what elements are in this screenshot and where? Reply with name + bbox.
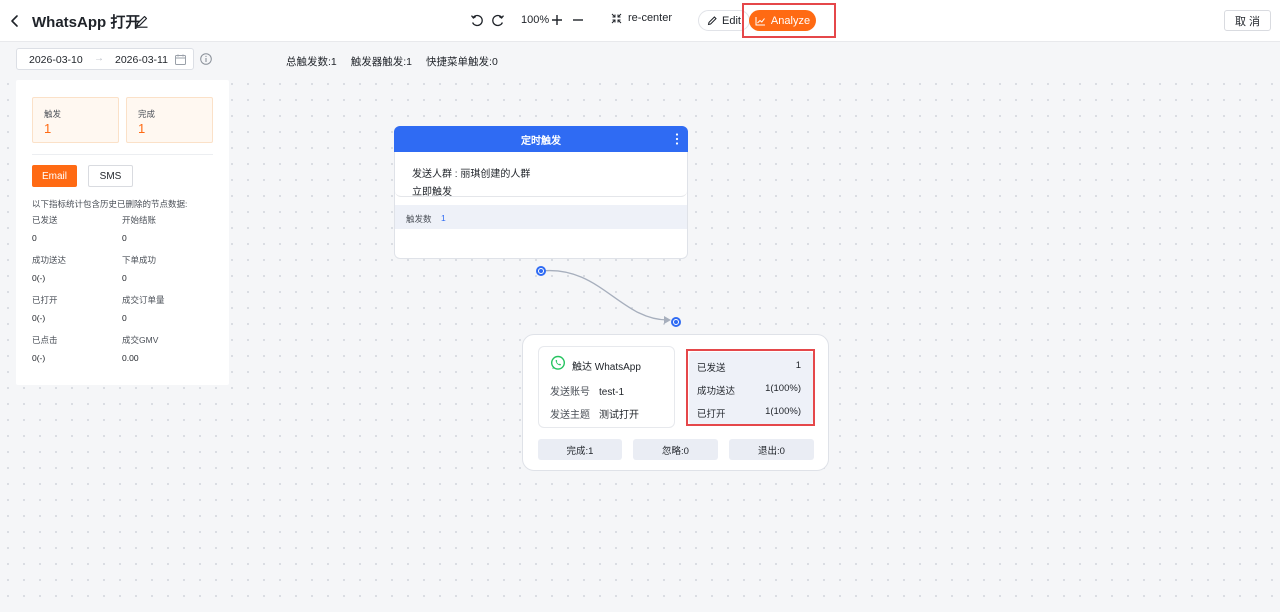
metric-label: 开始结账: [122, 215, 157, 225]
recenter-button[interactable]: re-center: [611, 12, 672, 24]
metric-label: 已发送: [32, 215, 58, 225]
edit-button[interactable]: Edit: [698, 10, 750, 31]
subject-label: 发送主题: [550, 410, 590, 421]
metric-sent: 已发送 0: [32, 214, 112, 243]
date-separator: →: [94, 53, 104, 64]
metric-label: 成交GMV: [122, 335, 159, 345]
ignore-count-pill[interactable]: 忽略:0: [633, 439, 718, 460]
trigger-node[interactable]: 定时触发 发送人群 : 丽琪创建的人群 立即触发 触发数 1: [394, 126, 688, 259]
trigger-output-port[interactable]: [536, 266, 546, 276]
metric-label: 下单成功: [122, 255, 157, 265]
action-stat-label: 已发送: [697, 363, 726, 374]
action-stat-row: 成功送达 1(100%): [697, 383, 801, 397]
divider: [32, 154, 213, 155]
stat-card-label: 触发: [44, 109, 62, 119]
exit-count-pill[interactable]: 退出:0: [729, 439, 814, 460]
zoom-out-icon[interactable]: [571, 13, 585, 27]
metric-checkout: 开始结账 0: [122, 214, 202, 243]
action-stat-row: 已发送 1: [697, 360, 801, 374]
metric-clicked: 已点击 0(-): [32, 334, 112, 363]
metric-value: 0: [122, 233, 127, 243]
trigger-stats-line: 总触发数:1 触发器触发:1 快捷菜单触发:0: [286, 54, 498, 69]
stat-card-value: 1: [44, 121, 52, 136]
metric-value: 0(-): [32, 313, 46, 323]
action-stat-value: 1(100%): [765, 406, 801, 417]
calendar-icon: [175, 54, 186, 65]
date-end: 2026-03-11: [115, 54, 168, 66]
metric-label: 已点击: [32, 335, 58, 345]
tab-sms[interactable]: SMS: [88, 165, 133, 187]
metric-order-count: 成交订单量 0: [122, 294, 202, 323]
date-range-picker[interactable]: 2026-03-10 → 2026-03-11: [16, 48, 194, 70]
whatsapp-icon: [550, 355, 566, 370]
more-vertical-icon[interactable]: [674, 132, 680, 146]
back-arrow-icon[interactable]: [8, 11, 22, 31]
action-stat-value: 1(100%): [765, 383, 801, 394]
trigger-count-row: 触发数 1: [395, 205, 687, 229]
zoom-level: 100%: [521, 14, 550, 26]
metric-gmv: 成交GMV 0.00: [122, 334, 202, 363]
action-stat-label: 已打开: [697, 409, 726, 420]
trigger-node-body: 发送人群 : 丽琪创建的人群 立即触发: [395, 152, 687, 198]
tab-email[interactable]: Email: [32, 165, 77, 187]
metric-value: 0: [122, 313, 127, 323]
metric-label: 成交订单量: [122, 295, 165, 305]
metric-delivered: 成功送达 0(-): [32, 254, 112, 283]
account-value: test-1: [599, 387, 625, 398]
action-info-card: 触达 WhatsApp 发送账号 test-1 发送主题 测试打开: [538, 346, 675, 428]
stat-card-trigger: 触发 1: [32, 97, 119, 143]
action-input-port[interactable]: [671, 317, 681, 327]
info-icon[interactable]: [200, 53, 212, 65]
metric-value: 0.00: [122, 353, 139, 363]
pencil-icon: [707, 16, 717, 26]
edit-label: Edit: [722, 14, 741, 27]
trigger-audience: 发送人群 : 丽琪创建的人群: [412, 169, 531, 180]
metric-value: 0(-): [32, 353, 46, 363]
metric-value: 0: [122, 273, 127, 283]
account-label: 发送账号: [550, 387, 590, 398]
whatsapp-action-node[interactable]: 触达 WhatsApp 发送账号 test-1 发送主题 测试打开 已发送 1 成功…: [522, 334, 829, 471]
action-node-name: 触达 WhatsApp: [572, 362, 641, 373]
redo-icon[interactable]: [491, 13, 505, 27]
metric-label: 成功送达: [32, 255, 67, 265]
subject-value: 测试打开: [599, 410, 639, 421]
trigger-count-label: 触发数: [406, 214, 432, 224]
metrics-panel: 触发 1 完成 1 Email SMS 以下指标统计包含历史已删除的节点数据: …: [16, 80, 229, 385]
metric-value: 0(-): [32, 273, 46, 283]
stat-card-complete: 完成 1: [126, 97, 213, 143]
action-account-row: 发送账号 test-1: [550, 383, 624, 398]
recenter-label: re-center: [628, 12, 673, 24]
metrics-note: 以下指标统计包含历史已删除的节点数据:: [32, 199, 188, 209]
trigger-source-stat: 触发器触发:1: [350, 56, 413, 68]
analyze-label: Analyze: [770, 14, 811, 27]
action-stat-row: 已打开 1(100%): [697, 406, 801, 420]
action-stats-box: 已发送 1 成功送达 1(100%) 已打开 1(100%): [689, 352, 813, 424]
complete-count-pill[interactable]: 完成:1: [538, 439, 622, 460]
metric-order-success: 下单成功 0: [122, 254, 202, 283]
recenter-icon: [611, 13, 622, 23]
stat-card-value: 1: [138, 121, 146, 136]
trigger-count-value: 1: [441, 213, 446, 223]
trigger-timing: 立即触发: [412, 187, 452, 198]
date-start: 2026-03-10: [29, 54, 83, 66]
metric-value: 0: [32, 233, 37, 243]
top-header: WhatsApp 打开 100% re-center Edit Analyze …: [0, 0, 1280, 42]
cancel-button[interactable]: 取 消: [1224, 10, 1271, 31]
page-title: WhatsApp 打开: [32, 14, 141, 31]
action-stat-value: 1: [795, 360, 801, 371]
trigger-node-header: 定时触发: [394, 126, 688, 152]
analyze-button[interactable]: Analyze: [749, 10, 816, 31]
metric-label: 已打开: [32, 295, 58, 305]
pencil-icon[interactable]: [134, 13, 150, 29]
action-stat-label: 成功送达: [697, 386, 736, 397]
trigger-node-title: 定时触发: [521, 135, 561, 147]
action-subject-row: 发送主题 测试打开: [550, 406, 639, 421]
line-chart-icon: [755, 16, 765, 25]
metric-opened: 已打开 0(-): [32, 294, 112, 323]
undo-icon[interactable]: [470, 13, 484, 27]
stat-card-label: 完成: [138, 109, 156, 119]
zoom-in-icon[interactable]: [550, 13, 564, 27]
total-trigger-stat: 总触发数:1: [286, 56, 337, 68]
shortcut-trigger-stat: 快捷菜单触发:0: [426, 56, 498, 68]
